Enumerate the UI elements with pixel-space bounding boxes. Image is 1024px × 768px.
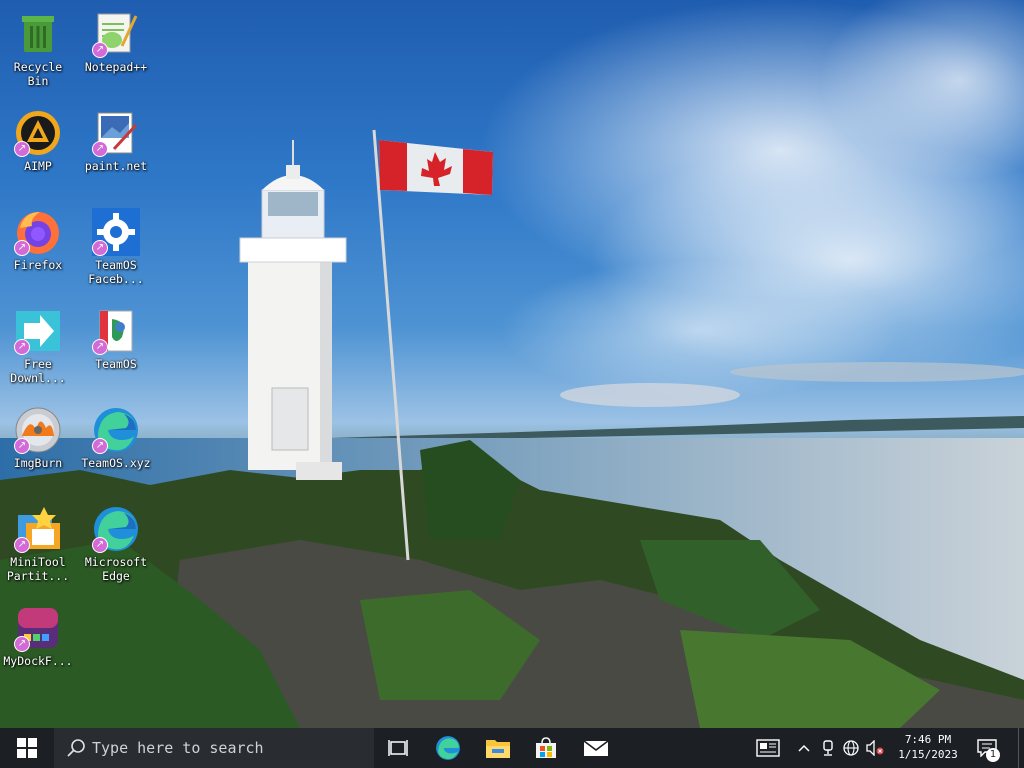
shortcut-arrow-icon: ↗	[14, 636, 30, 652]
search-icon	[67, 739, 85, 757]
teamos-facebook-icon: ↗	[92, 208, 140, 256]
desktop-icon-label: Microsoft Edge	[84, 555, 148, 583]
webcam-icon	[823, 740, 833, 756]
chevron-up-icon	[798, 744, 810, 752]
taskbar-file-explorer-button[interactable]	[474, 728, 522, 768]
volume-tray-button[interactable]	[864, 728, 886, 768]
file-explorer-icon	[486, 740, 510, 758]
search-placeholder: Type here to search	[92, 739, 264, 757]
clock-date: 1/15/2023	[898, 748, 958, 761]
edge-icon	[436, 736, 460, 760]
microsoft-edge-icon: ↗	[92, 505, 140, 553]
show-desktop-button[interactable]	[1018, 728, 1024, 768]
taskbar: Type here to search 7:46 PM 1/15/2023 1	[0, 728, 1024, 768]
aimp-icon: ↗	[14, 109, 62, 157]
desktop-icon-aimp[interactable]: ↗ AIMP	[0, 101, 76, 193]
desktop-icon-label: MiniTool Partit...	[6, 555, 70, 583]
desktop-icon-recycle-bin[interactable]: Recycle Bin	[0, 2, 76, 94]
microsoft-store-icon	[536, 737, 556, 758]
teamos-icon: ↗	[92, 307, 140, 355]
taskbar-mail-button[interactable]	[572, 728, 620, 768]
start-button[interactable]	[0, 728, 54, 768]
mail-icon	[584, 740, 608, 756]
clock-time: 7:46 PM	[904, 733, 952, 746]
firefox-icon: ↗	[14, 208, 62, 256]
desktop-icon-imgburn[interactable]: ↗ ImgBurn	[0, 398, 76, 490]
desktop-icon-label: Notepad++	[84, 60, 148, 74]
paint-net-icon: ↗	[92, 109, 140, 157]
desktop-icon-teamos-facebook[interactable]: ↗ TeamOS Faceb...	[78, 200, 154, 292]
desktop-icon-label: TeamOS	[95, 357, 137, 371]
desktop-icon-label: Recycle Bin	[13, 60, 63, 88]
search-box[interactable]: Type here to search	[54, 728, 374, 768]
clock[interactable]: 7:46 PM 1/15/2023	[886, 728, 970, 768]
desktop-icon-label: Firefox	[13, 258, 63, 272]
notification-center-button[interactable]: 1	[972, 728, 1002, 768]
desktop-icon-firefox[interactable]: ↗ Firefox	[0, 200, 76, 292]
shortcut-arrow-icon: ↗	[14, 438, 30, 454]
desktop-icon-teamos[interactable]: ↗ TeamOS	[78, 299, 154, 391]
taskbar-edge-button[interactable]	[424, 728, 472, 768]
mydockfinder-icon: ↗	[14, 604, 62, 652]
news-widget-button[interactable]	[748, 728, 788, 768]
windows-logo-icon	[17, 738, 37, 758]
webcam-tray-button[interactable]	[818, 728, 838, 768]
shortcut-arrow-icon: ↗	[92, 141, 108, 157]
network-tray-button[interactable]	[840, 728, 862, 768]
free-download-icon: ↗	[14, 307, 62, 355]
shortcut-arrow-icon: ↗	[14, 141, 30, 157]
desktop-icon-label: MyDockF...	[3, 654, 73, 668]
desktop-icon-free-download[interactable]: ↗ Free Downl...	[0, 299, 76, 391]
recycle-bin-icon	[14, 10, 62, 58]
shortcut-arrow-icon: ↗	[92, 438, 108, 454]
desktop-icon-label: Free Downl...	[10, 357, 66, 385]
desktop-icon-label: TeamOS.xyz	[81, 456, 151, 470]
notification-count-badge: 1	[986, 748, 1000, 762]
shortcut-arrow-icon: ↗	[14, 537, 30, 553]
desktop-icon-minitool-partition[interactable]: ↗ MiniTool Partit...	[0, 497, 76, 589]
task-view-icon	[388, 740, 408, 756]
desktop-icon-teamos-xyz[interactable]: ↗ TeamOS.xyz	[78, 398, 154, 490]
shortcut-arrow-icon: ↗	[14, 339, 30, 355]
shortcut-arrow-icon: ↗	[92, 339, 108, 355]
shortcut-arrow-icon: ↗	[92, 537, 108, 553]
desktop[interactable]: Recycle Bin ↗ Notepad++ ↗ AIMP ↗ paint.n…	[0, 0, 1024, 728]
desktop-icon-label: paint.net	[84, 159, 148, 173]
shortcut-arrow-icon: ↗	[92, 42, 108, 58]
imgburn-icon: ↗	[14, 406, 62, 454]
desktop-icon-label: TeamOS Faceb...	[88, 258, 144, 286]
desktop-icon-notepad-plus-plus[interactable]: ↗ Notepad++	[78, 2, 154, 94]
desktop-icon-paint-net[interactable]: ↗ paint.net	[78, 101, 154, 193]
shortcut-arrow-icon: ↗	[92, 240, 108, 256]
volume-muted-icon	[866, 740, 884, 756]
task-view-button[interactable]	[374, 728, 422, 768]
shortcut-arrow-icon: ↗	[14, 240, 30, 256]
network-globe-icon	[843, 740, 859, 756]
desktop-icon-microsoft-edge[interactable]: ↗ Microsoft Edge	[78, 497, 154, 589]
desktop-icon-label: ImgBurn	[13, 456, 63, 470]
desktop-icon-label: AIMP	[24, 159, 52, 173]
minitool-partition-icon: ↗	[14, 505, 62, 553]
notepad-plus-plus-icon: ↗	[92, 10, 140, 58]
news-widget-icon	[756, 739, 780, 757]
taskbar-store-button[interactable]	[522, 728, 570, 768]
show-hidden-icons-button[interactable]	[794, 728, 814, 768]
desktop-icon-mydockfinder[interactable]: ↗ MyDockF...	[0, 596, 76, 688]
teamos-xyz-edge-icon: ↗	[92, 406, 140, 454]
